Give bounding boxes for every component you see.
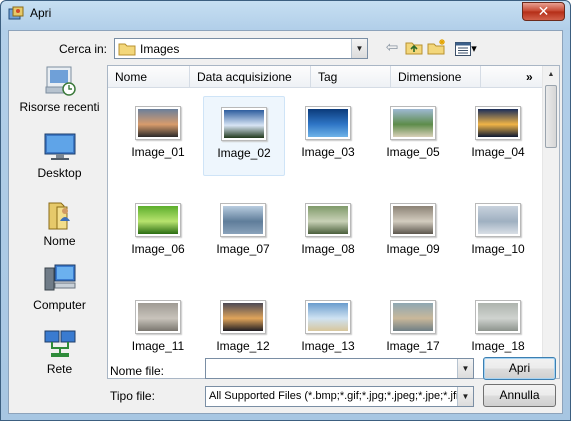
up-folder-button[interactable] [404, 39, 424, 57]
file-item-label: Image_12 [216, 339, 270, 353]
column-dimensione[interactable]: Dimensione [391, 66, 481, 88]
place-label: Computer [33, 298, 86, 312]
file-item-label: Image_11 [131, 339, 185, 353]
column-nome[interactable]: Nome [108, 66, 190, 88]
place-label: Risorse recenti [19, 100, 100, 114]
file-item-label: Image_01 [131, 145, 185, 159]
chevron-down-icon: ▾ [471, 43, 477, 55]
filetype-select[interactable]: All Supported Files (*.bmp;*.gif;*.jpg;*… [205, 386, 474, 407]
file-item[interactable]: Image_03 [288, 96, 370, 176]
filetype-label: Tipo file: [110, 389, 155, 403]
file-item[interactable]: Image_06 [118, 193, 200, 273]
recent-places-icon [45, 66, 76, 96]
file-item-label: Image_10 [471, 242, 525, 256]
file-item-label: Image_17 [386, 339, 440, 353]
dialog-body: Cerca in: Images ▼ ⇦ ▾ Risorse recenti D… [8, 30, 563, 414]
file-item-label: Image_18 [471, 339, 525, 353]
image-thumbnail [135, 106, 181, 140]
image-thumbnail [390, 106, 436, 140]
file-item[interactable]: Image_11 [118, 290, 200, 370]
image-thumbnail [305, 106, 351, 140]
new-folder-button[interactable] [427, 39, 447, 57]
open-button[interactable]: Apri [483, 357, 556, 380]
new-folder-icon [427, 39, 445, 55]
back-button[interactable]: ⇦ [382, 39, 402, 57]
file-item[interactable]: Image_01 [118, 96, 200, 176]
file-item-label: Image_13 [301, 339, 355, 353]
image-thumbnail [305, 300, 351, 334]
file-list[interactable]: Nome Data acquisizione Tag Dimensione » … [107, 65, 560, 379]
user-folder-icon [48, 202, 70, 230]
file-item-label: Image_07 [216, 242, 270, 256]
image-thumbnail [390, 203, 436, 237]
file-item-label: Image_09 [386, 242, 440, 256]
cancel-button[interactable]: Annulla [483, 384, 556, 407]
file-item-label: Image_06 [131, 242, 185, 256]
more-columns-button[interactable]: » [519, 66, 543, 88]
scroll-up-icon[interactable]: ▲ [543, 66, 559, 83]
up-folder-icon [405, 42, 423, 55]
place-desktop[interactable]: Desktop [12, 131, 107, 180]
file-item-label: Image_03 [301, 145, 355, 159]
column-data-acquisizione[interactable]: Data acquisizione [190, 66, 311, 88]
filetype-value: All Supported Files (*.bmp;*.gif;*.jpg;*… [209, 390, 473, 402]
image-thumbnail [220, 203, 266, 237]
image-thumbnail [220, 300, 266, 334]
back-arrow-icon: ⇦ [385, 39, 399, 56]
place-user[interactable]: Nome [12, 199, 107, 248]
window-title: Apri [30, 6, 52, 20]
place-label: Rete [46, 362, 73, 376]
image-thumbnail [390, 300, 436, 334]
scroll-thumb[interactable] [545, 85, 557, 148]
view-menu-button[interactable]: ▾ [452, 39, 480, 57]
chevron-down-icon[interactable]: ▼ [457, 359, 473, 378]
file-item[interactable]: Image_08 [288, 193, 370, 273]
places-bar: Risorse recenti Desktop Nome Computer Re… [12, 65, 107, 378]
view-details-icon [455, 41, 472, 56]
chevron-down-icon[interactable]: ▼ [351, 39, 367, 58]
filename-input[interactable]: ▼ [205, 358, 474, 379]
column-header: Nome Data acquisizione Tag Dimensione » [108, 66, 543, 88]
look-in-combo[interactable]: Images ▼ [114, 38, 368, 59]
file-item[interactable]: Image_09 [373, 193, 455, 273]
app-icon [8, 6, 24, 20]
network-icon [44, 330, 75, 357]
open-dialog: Apri ✕ Cerca in: Images ▼ ⇦ ▾ Risorse re… [0, 0, 571, 421]
place-label: Desktop [37, 166, 82, 180]
close-icon: ✕ [537, 3, 550, 19]
file-item-label: Image_05 [386, 145, 440, 159]
folder-icon [118, 43, 136, 56]
file-item-label: Image_04 [471, 145, 525, 159]
title-bar[interactable]: Apri ✕ [1, 1, 570, 27]
place-label: Nome [43, 234, 76, 248]
chevron-down-icon[interactable]: ▼ [457, 387, 473, 406]
image-thumbnail [475, 203, 521, 237]
close-button[interactable]: ✕ [522, 2, 565, 21]
image-thumbnail [135, 300, 181, 334]
file-item[interactable]: Image_10 [458, 193, 540, 273]
place-recent[interactable]: Risorse recenti [12, 65, 107, 114]
file-item-label: Image_08 [301, 242, 355, 256]
file-item[interactable]: Image_05 [373, 96, 455, 176]
image-thumbnail [475, 106, 521, 140]
vertical-scrollbar[interactable]: ▲ ▼ [542, 66, 559, 378]
computer-icon [44, 264, 75, 291]
column-tag[interactable]: Tag [311, 66, 391, 88]
place-network[interactable]: Rete [12, 327, 107, 376]
look-in-value: Images [140, 42, 180, 56]
filename-label: Nome file: [110, 364, 165, 378]
file-item[interactable]: Image_04 [458, 96, 540, 176]
file-item[interactable]: Image_02 [203, 96, 285, 176]
place-computer[interactable]: Computer [12, 263, 107, 312]
desktop-icon [44, 133, 75, 160]
file-item-label: Image_02 [217, 146, 271, 160]
image-thumbnail [221, 107, 267, 141]
image-thumbnail [305, 203, 351, 237]
look-in-label: Cerca in: [59, 42, 108, 56]
image-thumbnail [475, 300, 521, 334]
image-thumbnail [135, 203, 181, 237]
file-item[interactable]: Image_07 [203, 193, 285, 273]
